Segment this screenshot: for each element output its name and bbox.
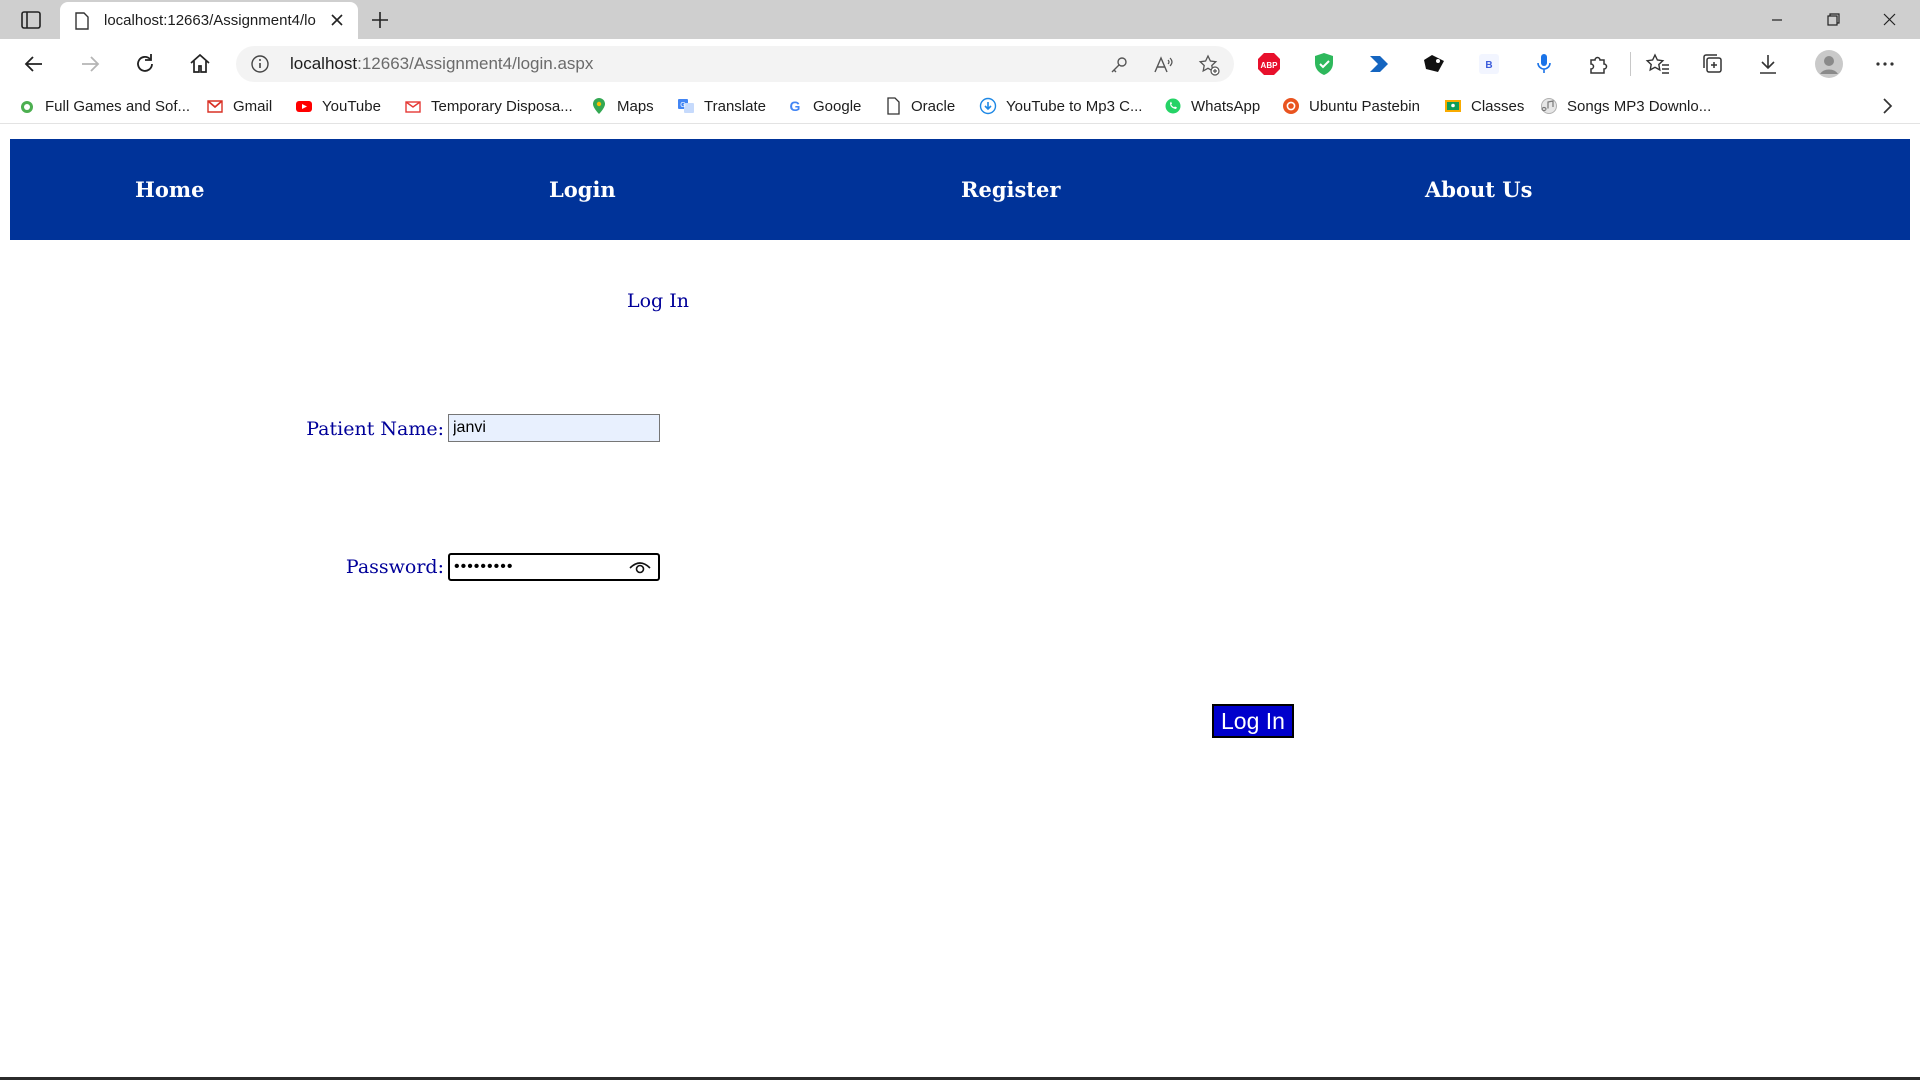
svg-text:ABP: ABP (1261, 61, 1279, 70)
shield-icon[interactable] (1311, 51, 1337, 77)
bookmark-youtube-to-mp3[interactable]: YouTube to Mp3 C... (979, 96, 1142, 116)
ubuntu-icon (1282, 97, 1300, 115)
bookmark-youtube[interactable]: YouTube (295, 96, 381, 116)
page-icon (75, 12, 89, 30)
page-icon (884, 97, 902, 115)
translate-icon: G (677, 97, 695, 115)
game-controller-icon[interactable] (1421, 51, 1447, 77)
restore-icon[interactable] (1810, 6, 1856, 34)
reveal-password-icon[interactable] (628, 558, 652, 576)
window-close-icon[interactable] (1866, 6, 1912, 34)
nav-register-link[interactable]: Register (961, 177, 1060, 202)
downloads-icon[interactable] (1755, 51, 1781, 77)
new-tab-icon[interactable] (368, 8, 392, 32)
forward-arrow-icon[interactable] (76, 50, 104, 78)
address-bar[interactable]: localhost:12663/Assignment4/login.aspx (236, 46, 1234, 82)
gamepad-icon (18, 97, 36, 115)
nav-login-link[interactable]: Login (549, 177, 616, 202)
chevron-right-icon[interactable] (1876, 95, 1898, 117)
bookmark-google[interactable]: G Google (786, 96, 862, 116)
refresh-icon[interactable] (131, 50, 159, 78)
power-automate-icon[interactable] (1366, 51, 1392, 77)
bookmark-ubuntu-pastebin[interactable]: Ubuntu Pastebin (1282, 96, 1420, 116)
back-arrow-icon[interactable] (20, 50, 48, 78)
info-icon[interactable] (250, 54, 270, 74)
bookmark-oracle[interactable]: Oracle (884, 96, 955, 116)
tab-actions-icon[interactable] (18, 9, 44, 31)
home-icon[interactable] (186, 50, 214, 78)
patient-name-input[interactable] (448, 414, 660, 442)
favorites-icon[interactable] (1645, 51, 1671, 77)
bookmark-songs-mp3[interactable]: Songs MP3 Downlo... (1540, 96, 1711, 116)
site-nav-bar: Home Login Register About Us (10, 139, 1910, 240)
patient-name-label: Patient Name: (306, 418, 444, 440)
whatsapp-icon (1164, 97, 1182, 115)
bookmark-full-games[interactable]: Full Games and Sof... (18, 96, 190, 116)
browser-tab-active[interactable]: localhost:12663/Assignment4/lo (60, 2, 358, 39)
browser-tab-strip: localhost:12663/Assignment4/lo (0, 0, 1920, 39)
password-label: Password: (345, 556, 444, 578)
maps-pin-icon (590, 97, 608, 115)
bing-icon[interactable]: B (1476, 51, 1502, 77)
login-submit-button[interactable]: Log In (1212, 704, 1294, 738)
svg-text:B: B (1485, 60, 1492, 71)
toolbar-separator (1630, 52, 1631, 76)
microphone-icon[interactable] (1531, 51, 1557, 77)
add-favorite-icon[interactable] (1198, 54, 1220, 76)
minimize-icon[interactable] (1754, 6, 1800, 34)
google-icon: G (786, 97, 804, 115)
browser-toolbar: localhost:12663/Assignment4/login.aspx A… (0, 39, 1920, 89)
bookmark-maps[interactable]: Maps (590, 96, 654, 116)
collections-icon[interactable] (1700, 51, 1726, 77)
extensions-icon[interactable] (1586, 51, 1612, 77)
url-text[interactable]: localhost:12663/Assignment4/login.aspx (290, 54, 593, 74)
bookmark-temporary-disposable[interactable]: Temporary Disposa... (404, 96, 573, 116)
tab-title: localhost:12663/Assignment4/lo (104, 12, 316, 29)
music-icon (1540, 97, 1558, 115)
svg-text:G: G (680, 102, 685, 109)
nav-home-link[interactable]: Home (135, 177, 204, 202)
mail-icon (404, 97, 422, 115)
profile-avatar-icon[interactable] (1814, 49, 1844, 79)
more-options-icon[interactable] (1872, 51, 1898, 77)
download-cloud-icon (979, 97, 997, 115)
svg-text:G: G (790, 98, 801, 114)
close-icon[interactable] (328, 11, 346, 29)
key-icon[interactable] (1108, 54, 1130, 76)
login-heading: Log In (627, 290, 690, 312)
adblock-plus-icon[interactable]: ABP (1256, 51, 1282, 77)
bookmark-translate[interactable]: G Translate (677, 96, 766, 116)
bookmarks-bar: Full Games and Sof... Gmail YouTube Temp… (0, 89, 1920, 124)
gmail-icon (206, 97, 224, 115)
bookmark-classes[interactable]: Classes (1444, 96, 1524, 116)
read-aloud-icon[interactable] (1152, 54, 1174, 76)
bookmark-gmail[interactable]: Gmail (206, 96, 272, 116)
nav-about-us-link[interactable]: About Us (1425, 177, 1532, 202)
classroom-icon (1444, 97, 1462, 115)
youtube-icon (295, 97, 313, 115)
bookmark-whatsapp[interactable]: WhatsApp (1164, 96, 1260, 116)
